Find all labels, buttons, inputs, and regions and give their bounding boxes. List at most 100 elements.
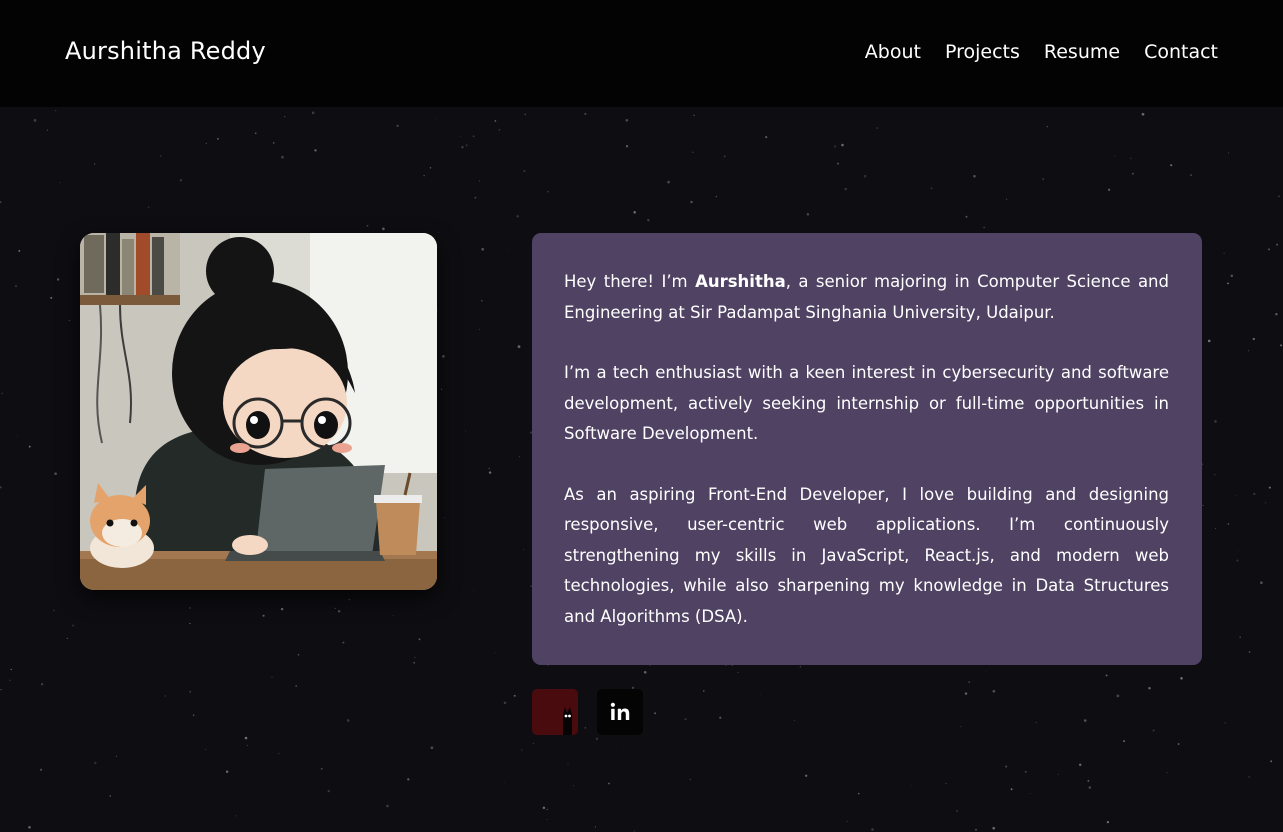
star-dot [930, 187, 933, 190]
star-dot [983, 226, 985, 229]
star-dot [1005, 198, 1008, 200]
star-dot [1236, 559, 1239, 562]
star-dot [472, 135, 475, 138]
star-dot [765, 136, 768, 139]
star-dot [28, 825, 31, 829]
star-dot [1141, 112, 1145, 116]
star-dot [985, 670, 987, 672]
star-dot [1, 392, 3, 394]
star-dot [584, 112, 587, 115]
star-dot [423, 174, 425, 177]
linkedin-link[interactable] [597, 689, 643, 735]
github-cat-icon [563, 707, 572, 735]
star-dot [68, 319, 70, 322]
nav-link-contact[interactable]: Contact [1144, 41, 1218, 63]
star-dot [1005, 765, 1008, 768]
star-dot [1265, 502, 1267, 504]
nav-menu: About Projects Resume Contact [865, 41, 1218, 63]
star-dot [164, 695, 167, 697]
star-dot [1087, 779, 1090, 782]
star-dot [189, 607, 191, 609]
star-dot [693, 114, 695, 117]
github-link[interactable] [532, 689, 578, 735]
star-dot [10, 668, 12, 671]
star-dot [523, 169, 526, 173]
star-dot [1239, 636, 1241, 639]
star-dot [28, 445, 31, 448]
star-dot [1276, 243, 1279, 246]
star-dot [503, 782, 505, 784]
star-dot [1130, 157, 1132, 159]
star-dot [429, 167, 432, 169]
star-dot [1214, 474, 1216, 476]
star-dot [1057, 774, 1059, 775]
star-dot [692, 151, 694, 153]
star-dot [1083, 719, 1087, 722]
social-links [532, 689, 643, 735]
star-dot [547, 190, 549, 193]
star-dot [1132, 172, 1134, 175]
star-dot [846, 821, 848, 822]
star-dot [461, 145, 464, 149]
site-brand[interactable]: Aurshitha Reddy [65, 37, 266, 65]
star-dot [244, 736, 248, 740]
star-dot [93, 163, 96, 165]
star-dot [719, 716, 722, 719]
star-dot [715, 195, 718, 198]
star-dot [465, 430, 466, 432]
star-dot [1207, 339, 1211, 343]
star-dot [513, 694, 516, 697]
star-dot [225, 770, 229, 774]
star-dot [1214, 420, 1217, 423]
nav-link-projects[interactable]: Projects [945, 41, 1020, 63]
star-dot [723, 155, 726, 158]
star-dot [841, 143, 844, 147]
star-dot [647, 219, 650, 222]
star-dot [272, 142, 275, 144]
star-dot [278, 752, 280, 755]
star-dot [760, 694, 761, 696]
star-dot [18, 249, 21, 252]
star-dot [66, 637, 68, 639]
star-dot [1202, 504, 1204, 507]
star-dot [1010, 788, 1013, 791]
star-dot [521, 749, 523, 751]
star-dot [204, 748, 207, 751]
star-dot [990, 738, 991, 739]
star-dot [1215, 528, 1216, 530]
star-dot [189, 622, 191, 625]
star-dot [975, 828, 977, 831]
star-dot [216, 137, 219, 140]
star-dot [546, 808, 548, 811]
star-dot [1029, 793, 1031, 795]
star-dot [0, 486, 2, 489]
star-dot [348, 599, 350, 601]
star-dot [876, 127, 878, 129]
star-dot [1180, 677, 1183, 680]
star-dot [1248, 776, 1251, 778]
star-dot [441, 388, 443, 390]
star-dot [960, 726, 962, 727]
star-dot [799, 666, 801, 668]
star-dot [438, 232, 440, 234]
nav-link-about[interactable]: About [865, 41, 921, 63]
star-dot [1268, 486, 1271, 489]
star-dot [968, 681, 971, 683]
star-dot [546, 819, 548, 821]
star-dot [965, 215, 968, 218]
star-dot [625, 145, 629, 148]
star-dot [281, 155, 284, 159]
star-dot [992, 826, 995, 830]
star-dot [643, 670, 647, 674]
star-dot [703, 690, 705, 692]
star-dot [737, 671, 739, 673]
about-paragraph-interests: I’m a tech enthusiast with a keen intere… [564, 363, 1169, 443]
star-dot [33, 119, 37, 122]
star-dot [115, 755, 117, 757]
star-dot [1106, 820, 1110, 824]
profile-illustration [80, 233, 437, 590]
star-dot [314, 149, 317, 152]
highlighted-name: Aurshitha [695, 272, 786, 291]
nav-link-resume[interactable]: Resume [1044, 41, 1120, 63]
star-dot [595, 737, 599, 740]
